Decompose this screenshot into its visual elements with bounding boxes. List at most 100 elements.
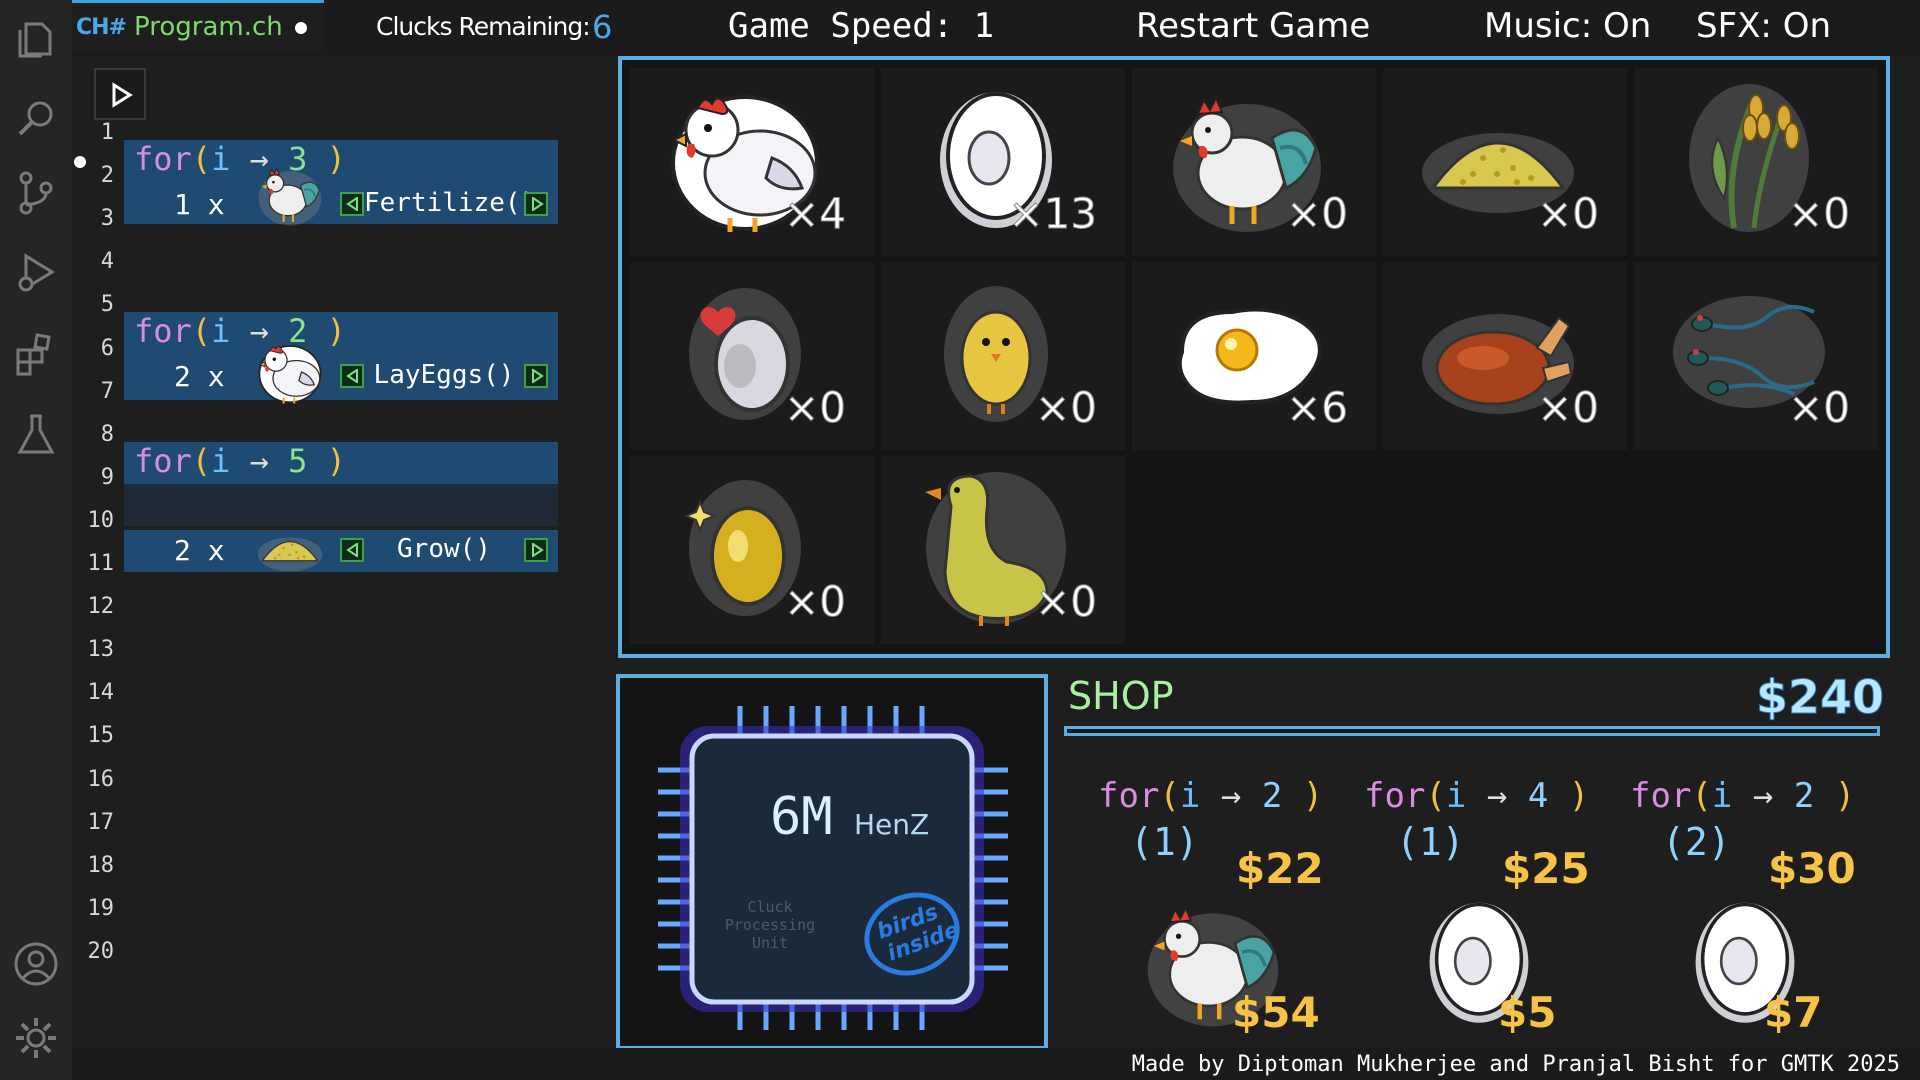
next-command-button[interactable]	[524, 192, 548, 216]
line-number: 10	[87, 507, 115, 533]
cpu-panel: 6M HenZ Cluck Processing Unit birds insi…	[616, 674, 1048, 1050]
loop-keyword: for	[134, 312, 192, 350]
inventory-slot[interactable]: ×0	[881, 456, 1125, 644]
inventory-slot[interactable]: ×0	[1634, 262, 1878, 450]
loop-var: i	[211, 442, 231, 480]
item-count: ×0	[1035, 577, 1098, 627]
loop-body-empty	[124, 484, 558, 526]
item-count: ×6	[1286, 383, 1349, 433]
restart-game-button[interactable]: Restart Game	[1136, 6, 1370, 46]
loop-keyword: for	[134, 140, 192, 178]
money-display: $240	[1755, 670, 1885, 725]
run-debug-icon[interactable]	[12, 248, 60, 296]
line-number: 8	[100, 421, 114, 447]
inventory-slot[interactable]: ×0	[1634, 68, 1878, 256]
line-number: 6	[100, 335, 114, 361]
next-command-button[interactable]	[524, 364, 548, 388]
inventory-grid: ×4 ×13 ×0 ×0 ×0 ×0 ×0 ×6 ×0 ×0 ×0 ×0	[618, 56, 1890, 658]
item-count: ×13	[1008, 189, 1098, 239]
music-toggle[interactable]: Music: On	[1484, 6, 1651, 46]
shop-item[interactable]: for(i → 2 ) (2) $30 $7	[1630, 776, 1880, 1040]
game-speed-button[interactable]: Game Speed: 1	[728, 6, 994, 46]
line-number: 9	[100, 464, 114, 490]
files-icon[interactable]	[12, 14, 60, 62]
loop-block-2[interactable]: for(i → 2 )	[124, 312, 558, 356]
item-count: ×0	[1286, 189, 1349, 239]
command-row-3[interactable]: 2 x Grow()	[124, 530, 558, 572]
feed-pile-icon	[252, 514, 328, 582]
inventory-slot[interactable]: ×0	[630, 262, 874, 450]
credits-text: Made by Diptoman Mukherjee and Pranjal B…	[1131, 1052, 1900, 1077]
line-number: 12	[87, 594, 115, 620]
inventory-slot[interactable]: ×0	[1132, 68, 1376, 256]
run-button[interactable]	[94, 68, 146, 120]
clucks-remaining-value: 6	[592, 8, 613, 46]
line-number: 16	[87, 766, 115, 792]
loop-var: i	[1445, 776, 1467, 816]
loop-count: 4	[1527, 776, 1549, 816]
line-number: 2	[100, 163, 114, 189]
line-number: 15	[87, 723, 115, 749]
command-name: Fertilize()	[364, 188, 537, 218]
cpu-speed-value: 6M	[770, 787, 833, 847]
loop-block-1[interactable]: for(i → 3 )	[124, 140, 558, 184]
play-icon	[112, 82, 133, 108]
account-icon[interactable]	[12, 940, 60, 988]
command-row-1[interactable]: 1 x Fertilize()	[124, 184, 558, 224]
loop-keyword: for	[134, 442, 192, 480]
command-count: 1 x	[174, 188, 225, 221]
inventory-slot[interactable]: ×4	[630, 68, 874, 256]
testing-icon[interactable]	[12, 410, 60, 458]
loop-count: 2	[1793, 776, 1815, 816]
item-count: ×4	[784, 189, 847, 239]
rooster-icon	[252, 160, 328, 228]
line-number: 5	[100, 292, 114, 318]
cpu-caption-line-3: Unit	[752, 934, 788, 952]
inventory-slot[interactable]: ×0	[1383, 262, 1627, 450]
shop-item-sale-value: $7	[1764, 988, 1823, 1037]
shop-item-sale-value: $5	[1498, 988, 1557, 1037]
loop-keyword: for	[1098, 776, 1160, 816]
shop-item[interactable]: for(i → 4 ) (1) $25 $5	[1364, 776, 1614, 1040]
inventory-slot[interactable]: ×0	[630, 456, 874, 644]
prev-command-button[interactable]	[340, 364, 364, 388]
shop-item-quantity: (1)	[1130, 820, 1199, 864]
line-number: 14	[87, 680, 115, 706]
loop-block-3[interactable]: for(i → 5 )	[124, 442, 558, 484]
next-command-button[interactable]	[524, 538, 548, 562]
command-row-2[interactable]: 2 x LayEggs()	[124, 356, 558, 400]
source-control-icon[interactable]	[12, 168, 60, 216]
line-number: 17	[87, 809, 115, 835]
search-icon[interactable]	[12, 94, 60, 142]
shop-item-sale-value: $54	[1232, 988, 1320, 1037]
unsaved-dot-icon	[295, 22, 307, 34]
cpu-caption-line-1: Cluck	[747, 898, 792, 916]
activity-bar	[0, 0, 72, 1080]
inventory-slot[interactable]: ×13	[881, 68, 1125, 256]
shop-item[interactable]: for(i → 2 ) (1) $22 $54	[1098, 776, 1348, 1040]
loop-count: 2	[1261, 776, 1283, 816]
prev-command-button[interactable]	[340, 192, 364, 216]
tab-filename: Program.ch	[134, 12, 283, 42]
inventory-slot[interactable]: ×0	[881, 262, 1125, 450]
item-count: ×0	[1035, 383, 1098, 433]
item-count: ×0	[1537, 383, 1600, 433]
item-count: ×0	[784, 577, 847, 627]
prev-command-button[interactable]	[340, 538, 364, 562]
item-count: ×0	[1788, 383, 1851, 433]
status-bar: Made by Diptoman Mukherjee and Pranjal B…	[72, 1048, 1920, 1080]
loop-count: 5	[288, 442, 308, 480]
loop-var: i	[211, 140, 231, 178]
line-number: 7	[100, 378, 114, 404]
code-editor: 1 2 3 4 5 6 7 8 9 10 11 12 13 14 15 16 17 18 19 20 for(i → …	[72, 56, 592, 1048]
inventory-slot[interactable]: ×6	[1132, 262, 1376, 450]
file-tab[interactable]: CH# Program.ch	[72, 0, 324, 52]
item-count: ×0	[1537, 189, 1600, 239]
inventory-slot[interactable]: ×0	[1383, 68, 1627, 256]
command-count: 2 x	[174, 360, 225, 393]
extensions-icon[interactable]	[12, 330, 60, 378]
settings-gear-icon[interactable]	[12, 1014, 60, 1062]
sfx-toggle[interactable]: SFX: On	[1696, 6, 1831, 46]
shop-item-quantity: (2)	[1662, 820, 1731, 864]
loop-keyword: for	[1630, 776, 1692, 816]
